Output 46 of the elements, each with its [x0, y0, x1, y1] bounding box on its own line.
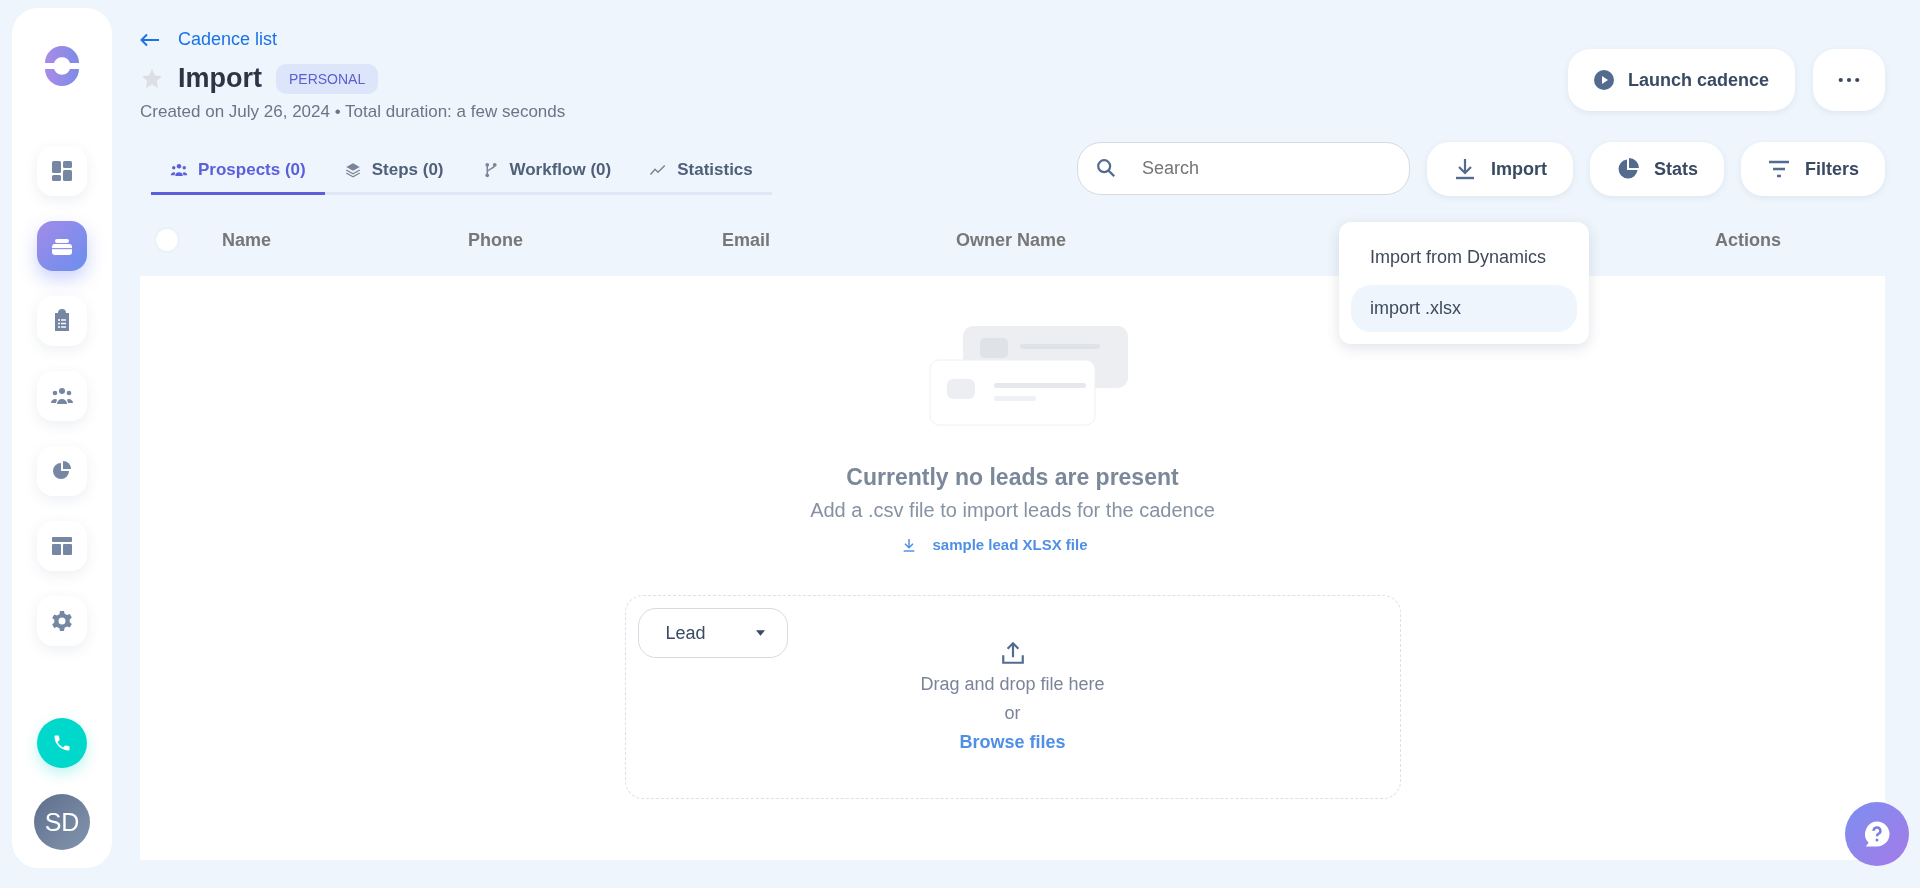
page-subtitle: Created on July 26, 2024 • Total duration: a few seconds: [140, 102, 566, 122]
play-icon: [1593, 70, 1614, 90]
search-field[interactable]: Search: [1076, 142, 1410, 195]
lead-type-dropdown[interactable]: Lead: [637, 608, 788, 658]
nav-tasks-button[interactable]: [37, 296, 87, 346]
tab[interactable]: Steps (0): [324, 149, 463, 195]
menu-item[interactable]: import .xlsx: [1351, 285, 1577, 332]
or-text: or: [1004, 703, 1021, 724]
import-button[interactable]: Import: [1426, 142, 1573, 196]
search-icon: [1094, 157, 1117, 179]
user-avatar[interactable]: SD: [34, 794, 90, 850]
filters-button[interactable]: Filters: [1740, 142, 1885, 196]
page-title: Import: [178, 63, 262, 94]
column-header: Actions: [1714, 229, 1782, 251]
column-header: Owner Name: [955, 229, 1068, 251]
phone-icon: [52, 733, 72, 753]
back-link[interactable]: Cadence list: [140, 29, 566, 50]
nav-pie-button[interactable]: [37, 446, 87, 496]
layout-icon: [50, 534, 74, 558]
back-arrow-icon: [140, 32, 160, 47]
file-dropzone[interactable]: Lead Drag and drop file here or Browse files: [624, 595, 1401, 799]
empty-state-heading: Currently no leads are present: [846, 464, 1179, 491]
column-header: Email: [721, 229, 772, 251]
logo-icon: [42, 46, 82, 86]
personal-badge: PERSONAL: [276, 63, 379, 94]
nav-layout-button[interactable]: [37, 521, 87, 571]
nav-people-button[interactable]: [37, 371, 87, 421]
tab[interactable]: Prospects (0): [151, 149, 325, 195]
nav-settings-button[interactable]: [37, 596, 87, 646]
column-header: Name: [221, 229, 273, 251]
upload-icon: [999, 640, 1026, 666]
chat-icon: [1862, 819, 1892, 849]
dropzone-text: Drag and drop file here: [920, 674, 1105, 695]
column-header: Phone: [467, 229, 524, 251]
menu-item[interactable]: Import from Dynamics: [1351, 234, 1577, 281]
stats-button[interactable]: Stats: [1589, 142, 1724, 196]
launch-cadence-button[interactable]: Launch cadence: [1567, 49, 1795, 111]
empty-state-text: Add a .csv file to import leads for the cadence: [810, 499, 1215, 522]
caret-icon: [755, 630, 765, 636]
settings-icon: [50, 609, 74, 633]
nav-dashboard-button[interactable]: [37, 146, 87, 196]
tab[interactable]: Statistics: [630, 149, 772, 195]
tab[interactable]: Workflow (0): [462, 149, 631, 195]
more-icon: [1838, 77, 1860, 83]
dashboard-icon: [50, 159, 74, 183]
nav-cadence-button[interactable]: [37, 221, 87, 271]
